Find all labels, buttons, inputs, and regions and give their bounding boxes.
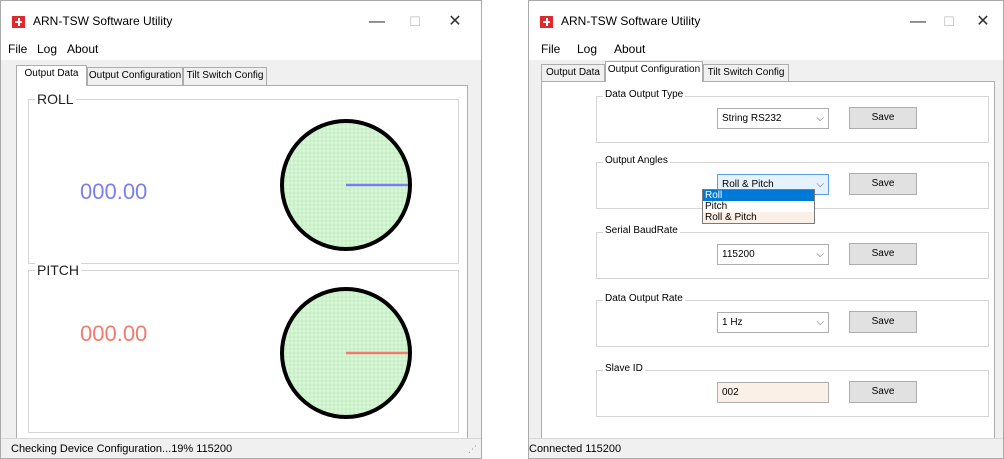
pitch-group: 000.00 PITCH (28, 262, 459, 433)
save-data-output-rate-button[interactable]: Save (849, 311, 917, 333)
menu-bar: File Log About (1, 39, 481, 60)
output-configuration-page: Data Output Type String RS232 ⌵ Save Out… (541, 81, 995, 441)
save-output-angles-button[interactable]: Save (849, 173, 917, 195)
data-output-type-value: String RS232 (722, 113, 782, 124)
roll-gauge (280, 119, 412, 251)
roll-value: 000.00 (80, 179, 148, 204)
chevron-down-icon: ⌵ (816, 179, 824, 190)
menu-log[interactable]: Log (37, 42, 57, 56)
output-angles-label: Output Angles (603, 155, 670, 166)
dropdown-option-roll[interactable]: Roll (703, 190, 814, 201)
status-bar: Checking Device Configuration...19% 1152… (1, 438, 481, 458)
window-title: ARN-TSW Software Utility (33, 14, 173, 28)
data-output-type-group: Data Output Type String RS232 ⌵ Save (596, 89, 989, 143)
pitch-value: 000.00 (80, 321, 148, 346)
chevron-down-icon: ⌵ (816, 249, 824, 260)
tab-tilt-switch-config[interactable]: Tilt Switch Config (703, 64, 789, 82)
save-data-output-type-button[interactable]: Save (849, 107, 917, 129)
close-button[interactable]: ✕ (968, 9, 998, 35)
tab-output-configuration[interactable]: Output Configuration (87, 67, 183, 85)
roll-group: ROLL 000.00 (28, 91, 459, 264)
menu-file[interactable]: File (8, 42, 27, 56)
title-bar[interactable]: ARN-TSW Software Utility — ☐ ✕ (1, 1, 481, 39)
maximize-button[interactable]: ☐ (934, 9, 964, 35)
app-logo-icon (12, 16, 25, 28)
data-output-type-label: Data Output Type (603, 89, 686, 100)
slave-id-input[interactable]: 002 (717, 382, 829, 403)
tab-output-data[interactable]: Output Data (541, 64, 605, 82)
save-slave-id-button[interactable]: Save (849, 381, 917, 403)
close-button[interactable]: ✕ (440, 9, 470, 35)
minimize-button[interactable]: — (362, 9, 392, 35)
app-window-output-data: ARN-TSW Software Utility — ☐ ✕ File Log … (0, 0, 482, 459)
minimize-button[interactable]: — (903, 9, 933, 35)
chevron-down-icon: ⌵ (816, 113, 824, 124)
data-output-type-select[interactable]: String RS232 ⌵ (717, 108, 829, 129)
data-output-rate-label: Data Output Rate (603, 293, 685, 304)
save-serial-baudrate-button[interactable]: Save (849, 243, 917, 265)
chevron-down-icon: ⌵ (816, 317, 824, 328)
menu-file[interactable]: File (541, 42, 560, 56)
menu-bar: File Log About (529, 39, 1003, 60)
menu-about[interactable]: About (67, 42, 98, 56)
serial-baudrate-value: 115200 (722, 249, 755, 260)
resize-grip-icon[interactable]: ⋰ (468, 444, 477, 455)
data-output-rate-select[interactable]: 1 Hz ⌵ (717, 312, 829, 333)
dropdown-option-roll-pitch[interactable]: Roll & Pitch (703, 212, 814, 223)
slave-id-label: Slave ID (603, 363, 645, 374)
data-output-rate-group: Data Output Rate 1 Hz ⌵ Save (596, 293, 989, 347)
roll-group-label: ROLL (35, 91, 76, 107)
dropdown-option-pitch[interactable]: Pitch (703, 201, 814, 212)
serial-baudrate-select[interactable]: 115200 ⌵ (717, 244, 829, 265)
serial-baudrate-label: Serial BaudRate (603, 225, 680, 236)
tab-output-data[interactable]: Output Data (16, 65, 87, 86)
tab-tilt-switch-config[interactable]: Tilt Switch Config (183, 67, 267, 85)
serial-baudrate-group: Serial BaudRate 115200 ⌵ Save (596, 225, 989, 279)
pitch-group-label: PITCH (35, 262, 81, 278)
status-bar: Connected 115200 (529, 438, 1003, 458)
data-output-rate-value: 1 Hz (722, 317, 743, 328)
status-text: Connected 115200 (529, 443, 622, 455)
app-window-output-configuration: ARN-TSW Software Utility — ☐ ✕ File Log … (528, 0, 1004, 459)
window-title: ARN-TSW Software Utility (561, 14, 701, 28)
app-logo-icon (540, 16, 553, 28)
slave-id-group: Slave ID 002 Save (596, 363, 989, 417)
tab-output-configuration[interactable]: Output Configuration (605, 61, 703, 82)
title-bar[interactable]: ARN-TSW Software Utility — ☐ ✕ (529, 1, 1003, 39)
maximize-button[interactable]: ☐ (400, 9, 430, 35)
output-data-page: ROLL 000.00 000.00 PITCH (16, 85, 468, 439)
menu-log[interactable]: Log (577, 42, 597, 56)
output-angles-dropdown-list: Roll Pitch Roll & Pitch (702, 189, 815, 224)
menu-about[interactable]: About (614, 42, 645, 56)
status-text: Checking Device Configuration...19% 1152… (11, 443, 233, 455)
pitch-gauge (280, 287, 412, 419)
